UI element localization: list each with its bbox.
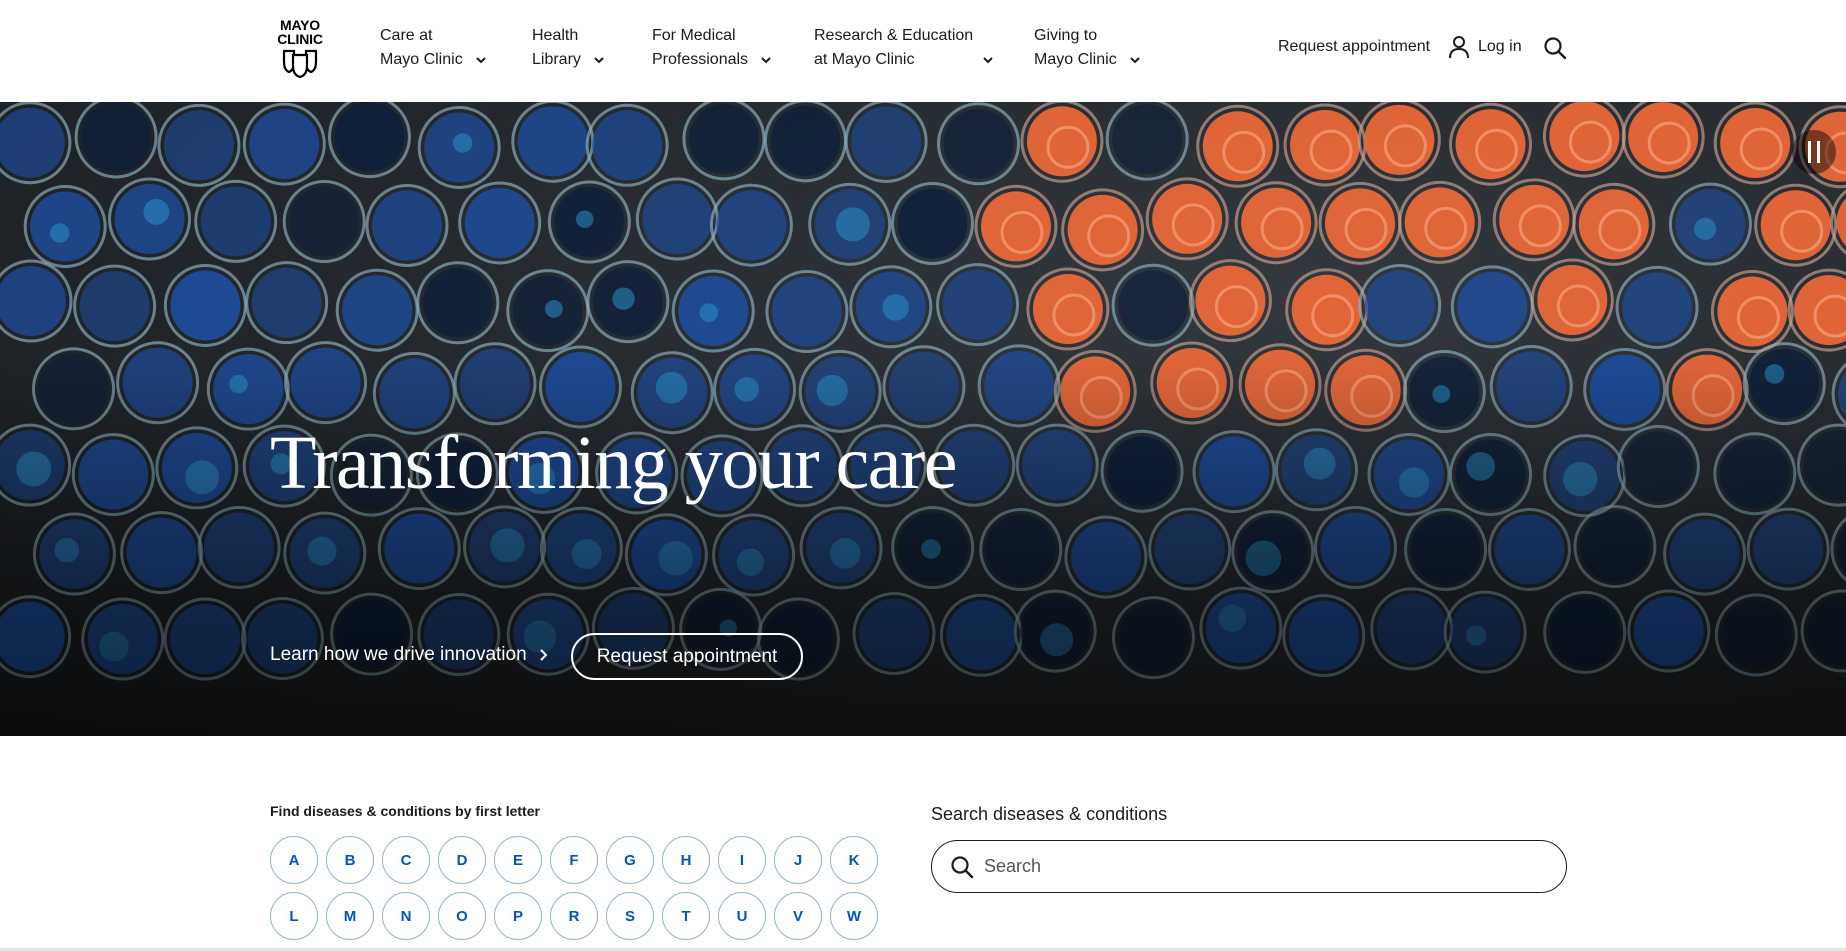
nav-giving-to-mayo-clinic[interactable]: Giving to Mayo Clinic	[1034, 24, 1141, 72]
letter-button-a[interactable]: A	[270, 836, 318, 884]
letter-button-b[interactable]: B	[326, 836, 374, 884]
nav-label-line2: Mayo Clinic	[380, 51, 463, 68]
letter-button-l[interactable]: L	[270, 892, 318, 940]
pause-icon-bar-right	[1817, 141, 1820, 163]
letter-button-j[interactable]: J	[774, 836, 822, 884]
logo-line-2: CLINIC	[277, 31, 323, 47]
mayo-clinic-logo[interactable]: MAYO CLINIC	[276, 18, 324, 78]
letter-button-e[interactable]: E	[494, 836, 542, 884]
logo-shield-icon	[282, 49, 318, 78]
letter-button-n[interactable]: N	[382, 892, 430, 940]
letter-button-t[interactable]: T	[662, 892, 710, 940]
site-search-button[interactable]	[1543, 36, 1567, 60]
site-header: MAYO CLINIC Care at Mayo Clinic Health Lib…	[0, 0, 1846, 102]
letter-button-o[interactable]: O	[438, 892, 486, 940]
letter-button-f[interactable]: F	[550, 836, 598, 884]
nav-label-line1: For Medical	[652, 27, 736, 44]
letter-button-r[interactable]: R	[550, 892, 598, 940]
letter-button-h[interactable]: H	[662, 836, 710, 884]
chevron-down-icon	[1129, 57, 1140, 64]
letter-button-m[interactable]: M	[326, 892, 374, 940]
logo-line-1: MAYO	[280, 17, 320, 33]
chevron-right-icon	[539, 649, 548, 661]
nav-care-at-mayo-clinic[interactable]: Care at Mayo Clinic	[380, 24, 487, 72]
conditions-search-input[interactable]	[984, 856, 1544, 877]
innovation-link[interactable]: Learn how we drive innovation	[270, 644, 549, 666]
chevron-down-icon	[983, 57, 993, 64]
nav-label-line1: Research & Education	[814, 27, 974, 44]
letter-button-i[interactable]: I	[718, 836, 766, 884]
letter-button-u[interactable]: U	[718, 892, 766, 940]
innovation-link-label: Learn how we drive innovation	[270, 644, 527, 665]
search-icon	[951, 855, 974, 878]
login-link[interactable]: Log in	[1448, 35, 1522, 59]
nav-label-line1: Health	[532, 27, 579, 44]
letter-button-c[interactable]: C	[382, 836, 430, 884]
user-icon	[1449, 36, 1469, 59]
chevron-down-icon	[475, 57, 486, 64]
hero-title: Transforming your care	[270, 421, 958, 505]
nav-research-education[interactable]: Research & Education at Mayo Clinic	[814, 24, 994, 72]
nav-for-medical-professionals[interactable]: For Medical Professionals	[652, 24, 772, 72]
pause-icon-bar-left	[1808, 141, 1811, 163]
letter-button-g[interactable]: G	[606, 836, 654, 884]
chevron-down-icon	[761, 57, 771, 64]
letter-button-d[interactable]: D	[438, 836, 486, 884]
pause-video-button[interactable]	[1792, 130, 1836, 174]
request-appointment-link[interactable]: Request appointment	[1278, 35, 1430, 59]
nav-health-library[interactable]: Health Library	[532, 24, 605, 72]
nav-label-line2: Professionals	[652, 51, 749, 68]
nav-label-line2: at Mayo Clinic	[814, 51, 915, 68]
nav-label-line2: Library	[532, 51, 581, 68]
nav-label-line2: Mayo Clinic	[1034, 51, 1117, 68]
letter-button-k[interactable]: K	[830, 836, 878, 884]
find-by-letter-title: Find diseases & conditions by first lett…	[270, 803, 540, 819]
login-label: Log in	[1478, 38, 1522, 55]
search-conditions-title: Search diseases & conditions	[931, 804, 1168, 824]
chevron-down-icon	[594, 57, 604, 64]
search-icon	[1544, 37, 1567, 60]
conditions-search-box[interactable]	[931, 840, 1567, 893]
letter-button-v[interactable]: V	[774, 892, 822, 940]
letter-button-p[interactable]: P	[494, 892, 542, 940]
letter-button-w[interactable]: W	[830, 892, 878, 940]
hero-request-appointment-button[interactable]: Request appointment	[571, 633, 803, 680]
letter-button-s[interactable]: S	[606, 892, 654, 940]
nav-label-line1: Care at	[380, 27, 433, 44]
nav-label-line1: Giving to	[1034, 27, 1098, 44]
